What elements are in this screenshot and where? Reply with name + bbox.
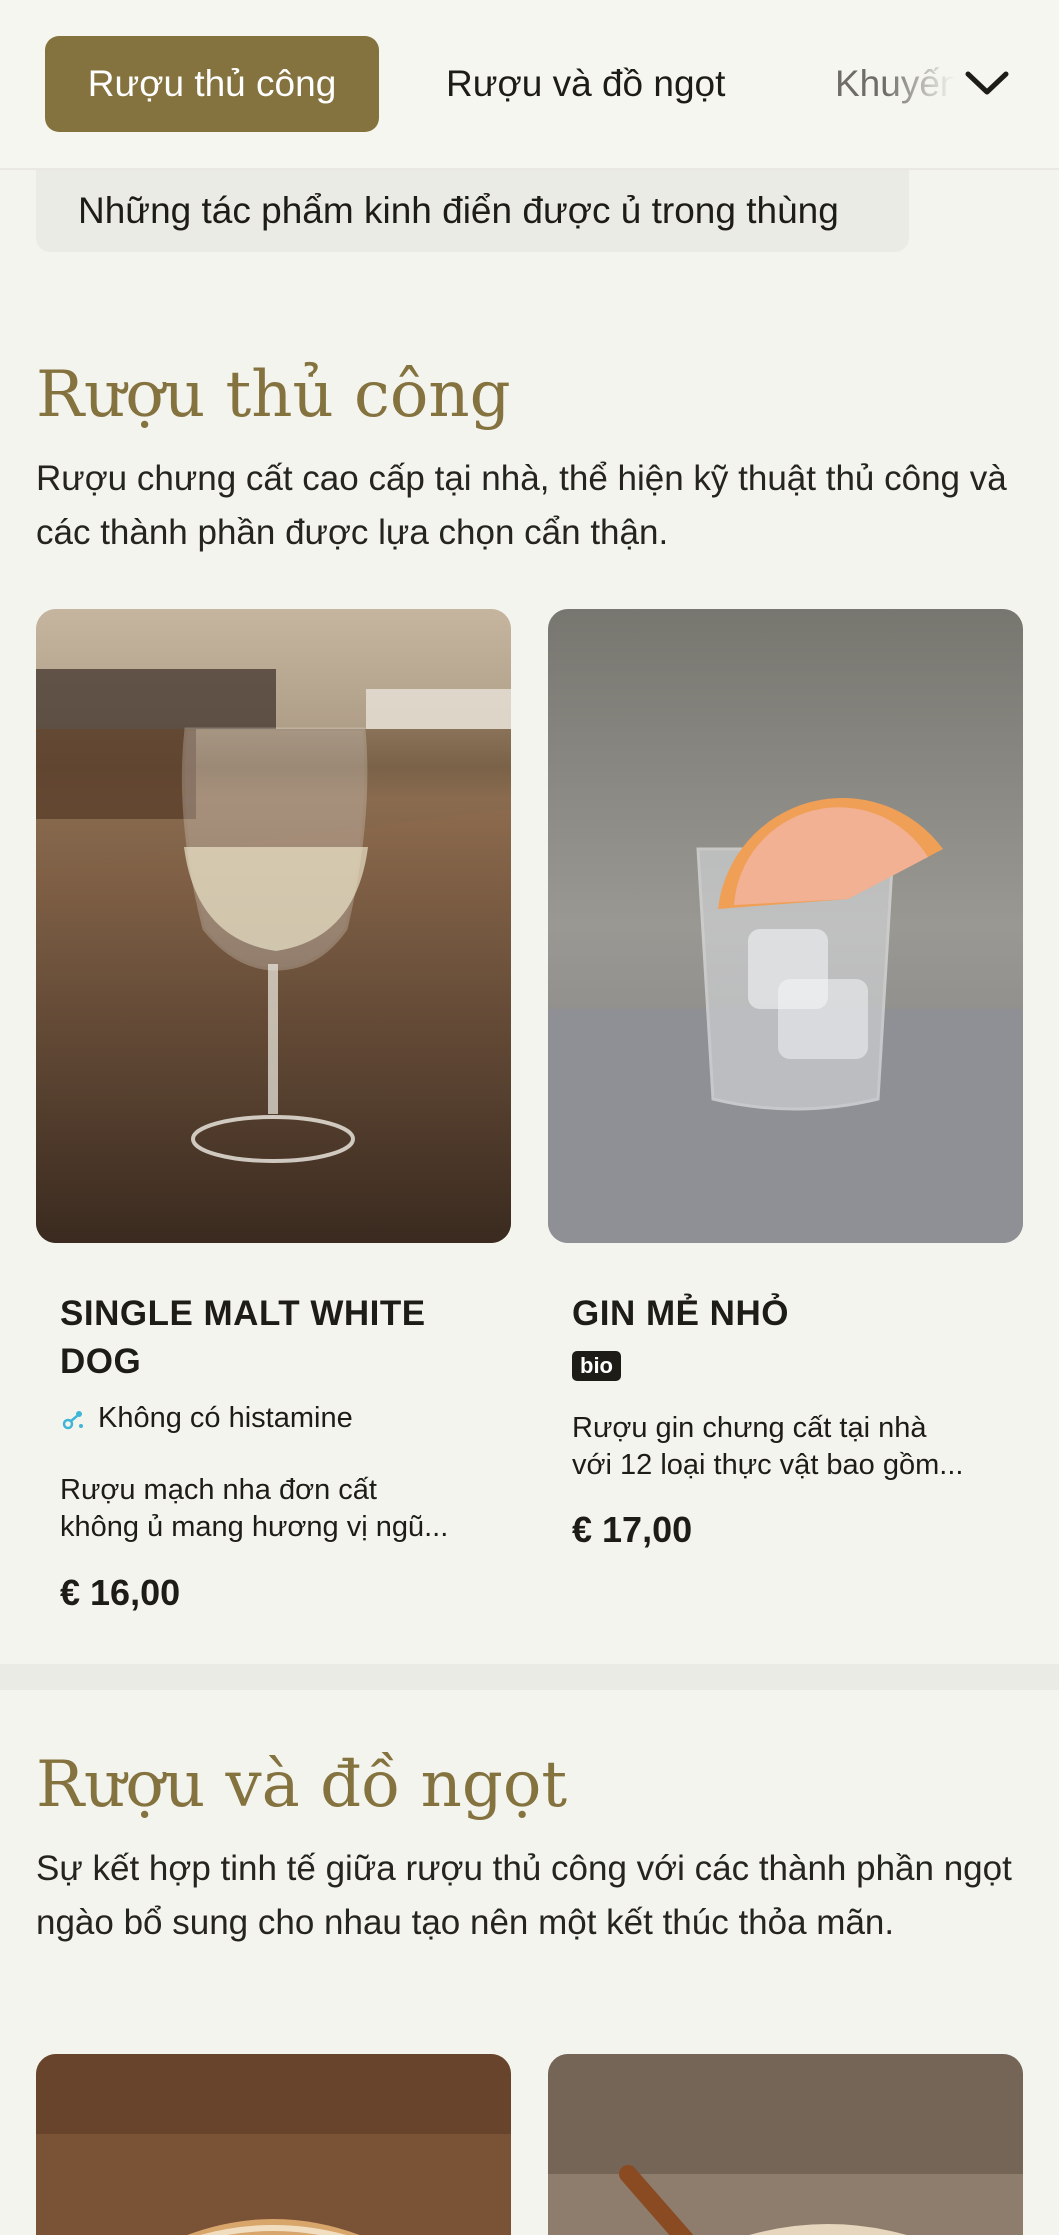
tab-promotions[interactable]: Khuyến mãi — [835, 36, 955, 132]
product-description: Rượu gin chưng cất tại nhà — [572, 1412, 927, 1444]
cinnamon-drink-image[interactable] — [548, 2054, 1023, 2235]
allergen-info: Không có histamine — [60, 1402, 353, 1435]
section-divider — [0, 1664, 1059, 1690]
product-title[interactable]: GIN MẺ NHỎ — [572, 1290, 789, 1338]
molecule-icon — [62, 1410, 83, 1429]
allergen-label: Không có histamine — [98, 1402, 353, 1434]
section-title: Rượu và đồ ngọt — [36, 1748, 568, 1822]
product-price: € 17,00 — [572, 1509, 693, 1550]
wine-glass-image[interactable] — [36, 609, 511, 1243]
dessert-drink-image[interactable] — [36, 2054, 511, 2235]
section-description: Sự kết hợp tinh tế giữa rượu thủ công vớ… — [36, 1849, 1012, 1942]
product-title-line2[interactable]: DOG — [60, 1338, 141, 1386]
tab-craft-spirits[interactable]: Rượu thủ công — [45, 36, 379, 132]
product-description-line2: với 12 loại thực vật bao gồm... — [572, 1449, 964, 1481]
tab-spirits-and-sweets[interactable]: Rượu và đồ ngọt — [446, 36, 725, 132]
product-description: Rượu mạch nha đơn cất — [60, 1474, 377, 1506]
product-title[interactable]: SINGLE MALT WHITE — [60, 1290, 426, 1338]
section-description: Rượu chưng cất cao cấp tại nhà, thể hiện… — [36, 459, 1007, 552]
gin-tonic-image[interactable] — [548, 609, 1023, 1243]
menu-page: Rượu thủ công Rượu và đồ ngọt Khuyến mãi… — [0, 0, 1059, 2235]
chevron-down-icon[interactable] — [960, 60, 1014, 106]
product-price: € 16,00 — [60, 1572, 181, 1613]
section-title: Rượu thủ công — [36, 358, 511, 432]
bio-badge: bio — [572, 1351, 621, 1381]
category-tab-bar: Rượu thủ công Rượu và đồ ngọt Khuyến mãi — [0, 0, 1059, 170]
subcategory-chip[interactable]: Những tác phẩm kinh điển được ủ trong th… — [36, 170, 909, 252]
product-description-line2: không ủ mang hương vị ngũ... — [60, 1511, 449, 1543]
